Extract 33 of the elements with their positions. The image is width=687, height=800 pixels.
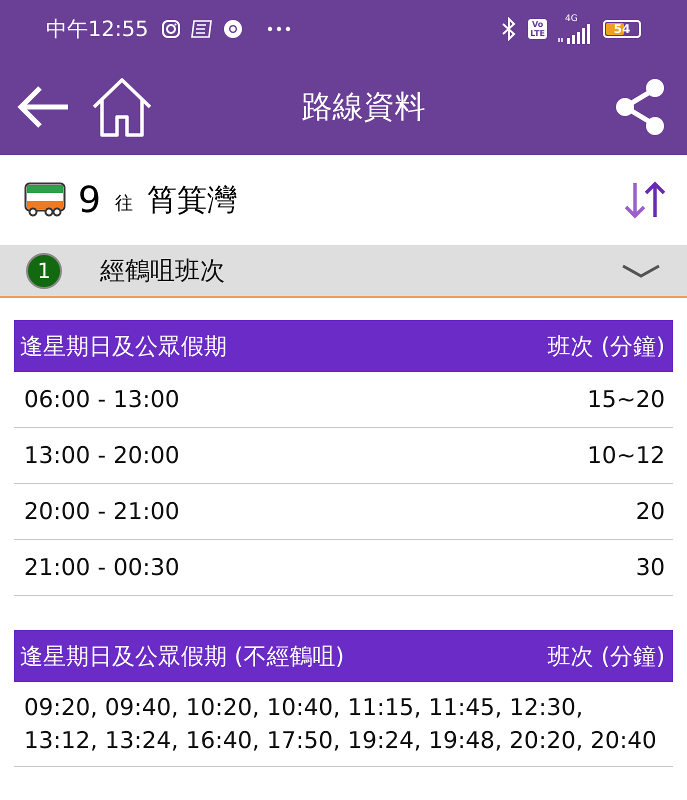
section-title: 經鶴咀班次 [100, 255, 225, 287]
back-arrow-icon[interactable] [16, 84, 70, 130]
network-type: 4G [565, 14, 578, 24]
swap-direction-icon[interactable] [623, 180, 667, 220]
status-time: 中午12:55 [46, 16, 149, 43]
frequency-cell: 10~12 [587, 442, 665, 468]
column-heading: 逢星期日及公眾假期 (不經鶴咀) [20, 642, 344, 672]
time-range-cell: 06:00 - 13:00 [24, 386, 180, 412]
section-number-badge: 1 [26, 252, 62, 288]
camera-icon [160, 19, 181, 39]
column-heading: 班次 (分鐘) [548, 332, 665, 362]
page-title: 路線資料 [300, 88, 426, 126]
frequency-cell: 30 [636, 554, 665, 580]
share-icon[interactable] [613, 76, 667, 136]
volte-badge: Vo LTE [528, 19, 547, 39]
news-app-icon [190, 19, 213, 39]
destination-name: 筲箕灣 [146, 182, 237, 220]
signal-icon [557, 24, 593, 44]
bus-icon [24, 182, 66, 218]
time-range-cell: 20:00 - 21:00 [24, 498, 180, 524]
more-icon [266, 26, 291, 32]
time-range-cell: 13:00 - 20:00 [24, 442, 180, 468]
departure-times: 09:20, 09:40, 10:20, 10:40, 11:15, 11:45, 12:30, 13:12, 13:24, 16:40, 17:50, 19:24, 19:48, 20:20, 20:40 [14, 682, 673, 767]
frequency-cell: 15~20 [587, 386, 665, 412]
browser-icon [222, 19, 243, 39]
direction-label: 往 [114, 192, 133, 215]
time-range-cell: 21:00 - 00:30 [24, 554, 180, 580]
chevron-icon [621, 262, 661, 278]
route-number: 9 [78, 180, 101, 220]
section-header[interactable]: 1 經鶴咀班次 [0, 245, 687, 298]
frequency-cell: 20 [636, 498, 665, 524]
column-heading: 逢星期日及公眾假期 [20, 332, 227, 362]
column-heading: 班次 (分鐘) [548, 642, 665, 672]
